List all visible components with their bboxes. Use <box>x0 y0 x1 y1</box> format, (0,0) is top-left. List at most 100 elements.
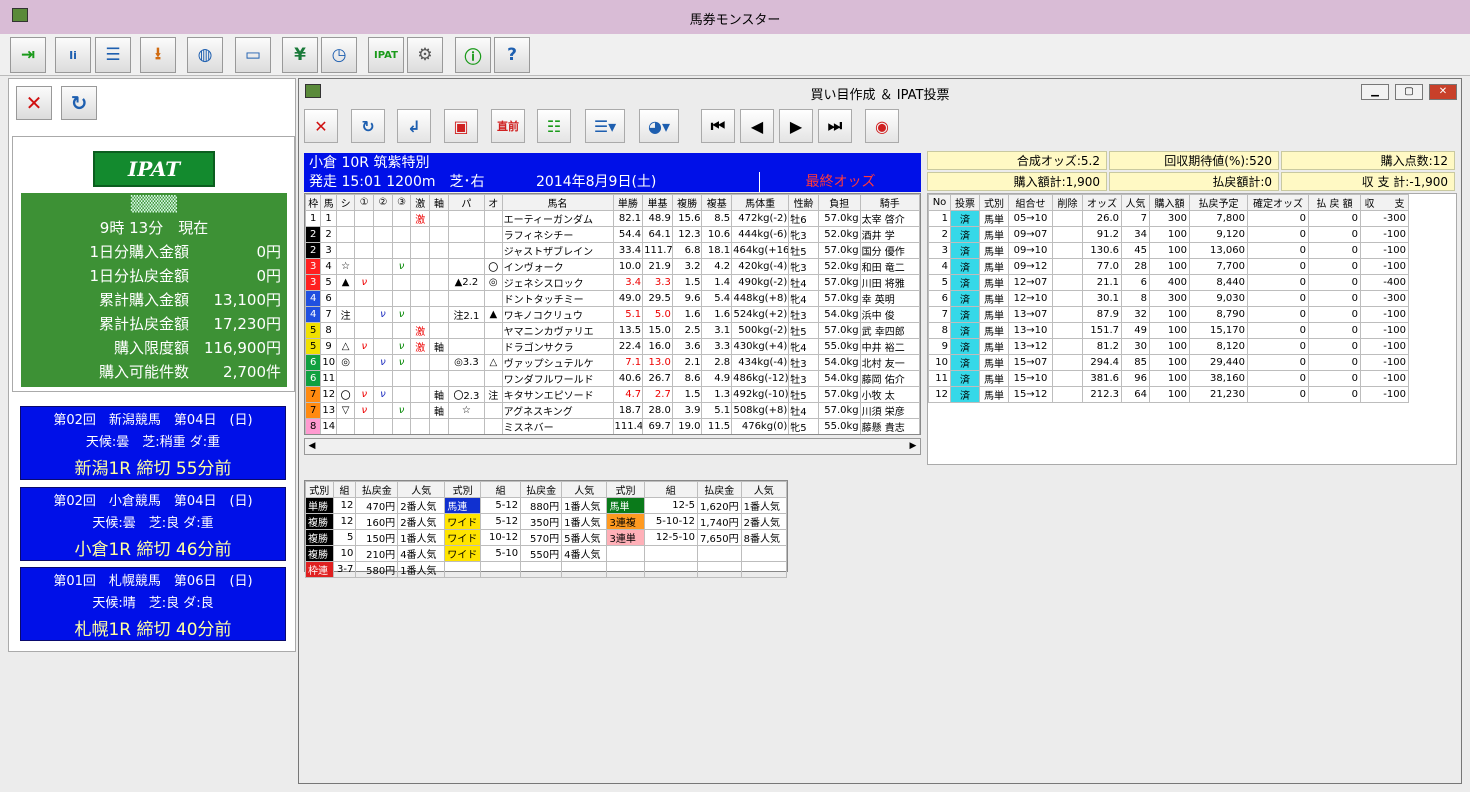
bet-row[interactable]: 1 済馬単 05→10 26.0 7 300 7,800 0 0 -300 <box>928 210 1409 227</box>
entry-row[interactable]: 2 2 ラフィネシチー 54.4 64.1 12.3 10.6 444kg(-6) 牝3 52.0… <box>305 226 920 243</box>
bet-row[interactable]: 5 済馬単 12→07 21.1 6 400 8,440 0 0 -400 <box>928 274 1409 291</box>
entry-cell: 小牧 太 <box>859 386 920 403</box>
scroll-left-icon[interactable]: ◀ <box>305 439 319 454</box>
entry-cell: アグネスキング <box>501 402 614 419</box>
bet-row[interactable]: 8 済馬単 13→10 151.7 49 100 15,170 0 0 -100 <box>928 322 1409 339</box>
next-icon[interactable]: ▶ <box>779 109 813 143</box>
bet-cell: 済 <box>950 274 980 291</box>
entry-row[interactable]: 4 7 注 ν ν 注2.1 ▲ ワキノコクリュウ 5.1 5.0 1.6 1.6 524kg(+2) 牡… <box>305 306 920 323</box>
exit-icon[interactable]: ⇥ <box>10 37 46 73</box>
column-header: 削除 <box>1052 194 1083 211</box>
entry-row[interactable]: 3 4 ☆ ν 〇インヴォーク 10.0 21.9 3.2 4.2 420kg(-4) 牝3 52.0… <box>305 258 920 275</box>
bet-cell: 7,700 <box>1189 258 1248 275</box>
bet-cell <box>1052 210 1083 227</box>
ipat-user-icon[interactable]: IPAT <box>368 37 404 73</box>
bet-row[interactable]: 3 済馬単 09→10 130.6 45 100 13,060 0 0 -100 <box>928 242 1409 259</box>
bet-row[interactable]: 9 済馬単 13→12 81.2 30 100 8,120 0 0 -100 <box>928 338 1409 355</box>
race-card-kokura[interactable]: 第02回 小倉競馬 第04日 (日) 天候:曇 芝:良 ダ:重 小倉1R 締切 … <box>20 487 286 561</box>
time-label: 9時 13分 現在 <box>99 219 209 237</box>
minimize-icon[interactable]: ▁ <box>1361 84 1389 100</box>
entry-cell: 1 <box>305 210 322 227</box>
reload-icon[interactable]: ↻ <box>351 109 385 143</box>
entry-row[interactable]: 5 9 △ ν ν 激軸ドラゴンサクラ 22.4 16.0 3.6 3.3 430kg(+4) 牝4 5… <box>305 338 920 355</box>
bet-row[interactable]: 6 済馬単 12→10 30.1 8 300 9,030 0 0 -300 <box>928 290 1409 307</box>
globe-icon[interactable]: ◍ <box>187 37 223 73</box>
payout-cell: 5-12 <box>480 497 522 514</box>
bet-cell: 30.1 <box>1082 290 1122 307</box>
bet-cell: 212.3 <box>1082 386 1122 403</box>
speed-icon[interactable]: ◉ <box>865 109 899 143</box>
bet-row[interactable]: 11 済馬単 15→10 381.6 96 100 38,160 0 0 -100 <box>928 370 1409 387</box>
camera-icon[interactable]: ▣ <box>444 109 478 143</box>
payout-row: 複勝 10 210円 4番人気 ワイド 5-10 550円 4番人気 <box>305 545 788 562</box>
previous-race-icon[interactable]: 直前 <box>491 109 525 143</box>
payout-cell: 複勝 <box>305 545 334 562</box>
bet-row[interactable]: 2 済馬単 09→07 91.2 34 100 9,120 0 0 -100 <box>928 226 1409 243</box>
close-icon[interactable]: ✕ <box>16 86 52 120</box>
entry-row[interactable]: 4 6 ドントタッチミー 49.0 29.5 9.6 5.4 448kg(+8) 牝4 57.0k… <box>305 290 920 307</box>
entry-row[interactable]: 6 10 ◎ ν ν ◎3.3 △ ヴァップシュテルケ 7.1 13.0 2.1 2.8 434kg(-… <box>305 354 920 371</box>
bet-cell: 3 <box>928 242 951 259</box>
entry-cell: 21.9 <box>642 258 673 275</box>
entry-row[interactable]: 5 8 激 ヤマニンカヴァリエ 13.5 15.0 2.5 3.1 500kg(-2) 牡5 57.… <box>305 322 920 339</box>
entry-cell: 22.4 <box>612 338 644 355</box>
payout-cell: 8番人気 <box>740 529 788 546</box>
entry-cell: 牝5 <box>788 418 819 434</box>
bet-row[interactable]: 4 済馬単 09→12 77.0 28 100 7,700 0 0 -100 <box>928 258 1409 275</box>
scroll-right-icon[interactable]: ▶ <box>906 439 920 454</box>
clock-icon[interactable]: ◷ <box>321 37 357 73</box>
window-close-icon[interactable]: ✕ <box>1429 84 1457 100</box>
entry-row[interactable]: 7 12 〇 ν ν 軸〇2.3 注キタサンエピソード 4.7 2.7 1.5 1.3 492kg(-… <box>305 386 920 403</box>
entry-cell: 幸 英明 <box>859 290 920 307</box>
entry-row[interactable]: 815 ν 軸 サンライズウォー33.319.97.53.9472kg(+10)牡45… <box>306 435 920 436</box>
race-card-sapporo[interactable]: 第01回 札幌競馬 第06日 (日) 天候:晴 芝:良 ダ:良 札幌1R 締切 … <box>20 567 286 641</box>
bet-row[interactable]: 7 済馬単 13→07 87.9 32 100 8,790 0 0 -100 <box>928 306 1409 323</box>
bet-cell: 済 <box>950 290 980 307</box>
bet-cell: 8,120 <box>1189 338 1248 355</box>
entry-row[interactable]: 2 3 ジャストザブレイン 33.4 111.7 6.8 18.1 464kg(+16) 牡5 5… <box>305 242 920 259</box>
entries-table: 枠馬シ ① ② ③ 激軸パオ馬名 単勝 単基 複勝 複基 馬体重 性齢 負担 騎手 1 1 激エーティーガン… <box>304 193 921 435</box>
race-card-niigata[interactable]: 第02回 新潟競馬 第04日 (日) 天候:曇 芝:稍重 ダ:重 新潟1R 締切… <box>20 406 286 480</box>
entry-row[interactable]: 8 14 ミスネバー 111.4 69.7 19.0 11.5 476kg(0) 牝5 55.0k… <box>305 418 920 434</box>
entry-row[interactable]: 7 13 ▽ ν ν 軸 ☆ アグネスキング 18.7 28.0 3.9 5.1 508kg(+8) 牡4… <box>305 402 920 419</box>
bet-cell: 0 <box>1308 370 1361 387</box>
entry-row[interactable]: 3 5 ▲ ν ▲2.2 ◎ ジェネシスロック 3.4 3.3 1.5 1.4 490kg(-2) 牡4… <box>305 274 920 291</box>
last-icon[interactable]: ⏭ <box>818 109 852 143</box>
return-icon[interactable]: ↲ <box>397 109 431 143</box>
entry-cell: ν <box>354 274 375 291</box>
horizontal-scrollbar[interactable]: ◀ ▶ <box>304 438 921 455</box>
help-icon[interactable]: ? <box>494 37 530 73</box>
first-icon[interactable]: ⏮ <box>701 109 735 143</box>
prev-icon[interactable]: ◀ <box>740 109 774 143</box>
entry-cell: 注2.1 <box>447 306 486 323</box>
entry-cell: 40.6 <box>612 370 644 387</box>
document-check-icon[interactable]: ☰ <box>95 37 131 73</box>
info-icon[interactable]: ⓘ <box>455 37 491 73</box>
list-icon[interactable]: ☷ <box>537 109 571 143</box>
clear-icon[interactable]: ✕ <box>304 109 338 143</box>
column-header: 人気 <box>561 481 608 498</box>
folder-icon[interactable]: ▭ <box>235 37 271 73</box>
summary-row: 購入可能件数 2,700件 <box>98 363 281 381</box>
gear-icon[interactable]: ⚙ <box>407 37 443 73</box>
bet-cell: 294.4 <box>1082 354 1122 371</box>
summary-row: 1日分払戻金額 0円 <box>89 267 281 285</box>
money-icon[interactable]: ¥ <box>282 37 318 73</box>
entry-row[interactable]: 6 11 ワンダフルワールド 40.6 26.7 8.6 4.9 486kg(-12) 牡3 54… <box>305 370 920 387</box>
ticket-dropdown-icon[interactable]: ☰▾ <box>585 109 625 143</box>
entry-cell: 2.5 <box>671 322 703 339</box>
entry-cell: 7 <box>320 306 337 323</box>
entry-cell <box>484 226 503 243</box>
check-dropdown-icon[interactable]: ◕▾ <box>639 109 679 143</box>
bet-row[interactable]: 10 済馬単 15→07 294.4 85 100 29,440 0 0 -100 <box>928 354 1409 371</box>
entry-cell: 6.8 <box>671 242 703 259</box>
entry-cell: ☆ <box>335 258 356 275</box>
maximize-icon[interactable]: ▢ <box>1395 84 1423 100</box>
ipat-info-icon[interactable]: Ii <box>55 37 91 73</box>
bet-row[interactable]: 12 済馬単 15→12 212.3 64 100 21,230 0 0 -100 <box>928 386 1409 403</box>
bet-cell <box>1052 290 1083 307</box>
refresh-icon[interactable]: ↻ <box>61 86 97 120</box>
column-header: 払 戻 額 <box>1308 194 1361 211</box>
entry-row[interactable]: 1 1 激 エーティーガンダム 82.1 48.9 15.6 8.5 472kg(-2) 牡6 57… <box>305 210 920 227</box>
download-icon[interactable]: ⭳ <box>140 37 176 73</box>
